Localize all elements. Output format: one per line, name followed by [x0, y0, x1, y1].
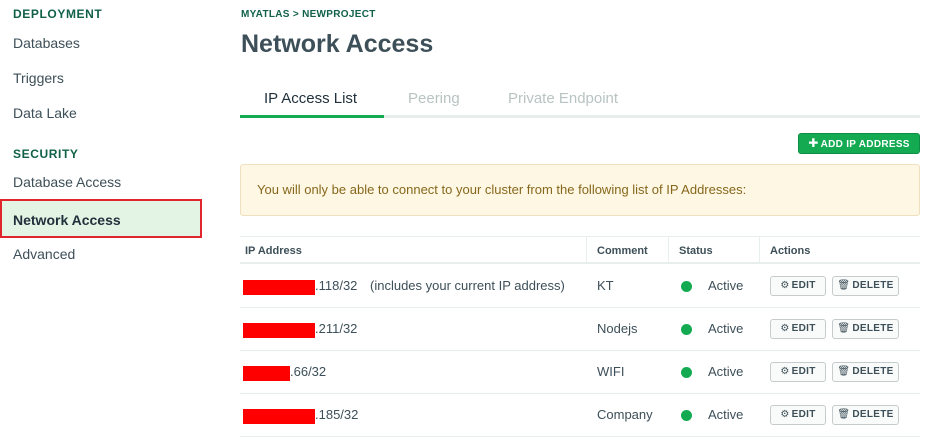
gear-icon: ⚙: [780, 366, 790, 377]
delete-button[interactable]: 🗑 DELETE: [832, 362, 899, 382]
status-value: Active: [708, 407, 744, 422]
ip-address-value: .66/32: [290, 364, 327, 379]
ip-note: (includes your current IP address): [370, 278, 565, 293]
column-divider: [759, 237, 760, 263]
status-dot-icon: [681, 367, 692, 378]
sidebar-section-security: SECURITY: [13, 147, 79, 161]
edit-button[interactable]: ⚙ EDIT: [770, 319, 826, 339]
edit-label: EDIT: [791, 323, 816, 334]
edit-button[interactable]: ⚙ EDIT: [770, 276, 826, 296]
edit-label: EDIT: [791, 366, 816, 377]
active-tab-indicator: [240, 115, 384, 118]
sidebar-section-deployment: DEPLOYMENT: [13, 7, 103, 21]
tab-bar: IP Access List Peering Private Endpoint: [240, 80, 920, 118]
info-banner: You will only be able to connect to your…: [240, 164, 920, 216]
add-ip-address-button[interactable]: ✚ ADD IP ADDRESS: [798, 133, 920, 154]
breadcrumb[interactable]: MYATLAS > NEWPROJECT: [241, 9, 376, 20]
ip-address-value: .118/32: [315, 278, 358, 293]
delete-button[interactable]: 🗑 DELETE: [832, 276, 899, 296]
edit-label: EDIT: [791, 280, 816, 291]
tab-ip-access-list[interactable]: IP Access List: [264, 90, 357, 107]
table-row: .118/32 (includes your current IP addres…: [240, 265, 920, 308]
page-title: Network Access: [241, 30, 434, 58]
delete-label: DELETE: [852, 366, 894, 377]
column-divider: [668, 237, 669, 263]
tab-private-endpoint[interactable]: Private Endpoint: [508, 90, 618, 107]
redaction-mark: [243, 409, 315, 424]
gear-icon: ⚙: [780, 280, 790, 291]
delete-label: DELETE: [852, 409, 894, 420]
edit-label: EDIT: [791, 409, 816, 420]
edit-button[interactable]: ⚙ EDIT: [770, 362, 826, 382]
status-value: Active: [708, 364, 744, 379]
delete-label: DELETE: [852, 323, 894, 334]
header-comment: Comment: [597, 245, 648, 257]
ip-address-value: .211/32: [315, 321, 358, 336]
sidebar-item-database-access[interactable]: Database Access: [0, 164, 205, 200]
delete-button[interactable]: 🗑 DELETE: [832, 405, 899, 425]
sidebar-item-databases[interactable]: Databases: [0, 25, 205, 61]
tab-peering[interactable]: Peering: [408, 90, 460, 107]
ip-address-value: .185/32: [315, 407, 359, 422]
comment-value: Nodejs: [597, 321, 638, 336]
comment-value: KT: [597, 278, 614, 293]
gear-icon: ⚙: [780, 323, 790, 334]
sidebar: DEPLOYMENT Databases Triggers Data Lake …: [0, 0, 210, 441]
status-dot-icon: [681, 324, 692, 335]
redaction-mark: [243, 366, 290, 381]
trash-icon: 🗑: [837, 366, 851, 377]
redaction-mark: [243, 280, 315, 295]
header-status: Status: [679, 245, 713, 257]
edit-button[interactable]: ⚙ EDIT: [770, 405, 826, 425]
header-actions: Actions: [770, 245, 811, 257]
column-divider: [586, 237, 587, 263]
status-dot-icon: [681, 410, 692, 421]
sidebar-item-triggers[interactable]: Triggers: [0, 60, 205, 96]
table-row: .66/32 WIFI Active ⚙ EDIT 🗑 DELETE: [240, 351, 920, 394]
table-row: .211/32 Nodejs Active ⚙ EDIT 🗑 DELETE: [240, 308, 920, 351]
header-ip-address: IP Address: [245, 245, 302, 257]
status-value: Active: [708, 321, 744, 336]
trash-icon: 🗑: [837, 409, 851, 420]
trash-icon: 🗑: [837, 280, 851, 291]
status-value: Active: [708, 278, 744, 293]
status-dot-icon: [681, 281, 692, 292]
delete-button[interactable]: 🗑 DELETE: [832, 319, 899, 339]
sidebar-item-data-lake[interactable]: Data Lake: [0, 95, 205, 131]
redaction-mark: [243, 323, 315, 338]
gear-icon: ⚙: [780, 409, 790, 420]
plus-icon: ✚: [808, 136, 819, 150]
sidebar-item-advanced[interactable]: Advanced: [0, 236, 205, 272]
delete-label: DELETE: [852, 280, 894, 291]
table-header: IP Address Comment Status Actions: [240, 236, 920, 264]
table-row: .185/32 Company Active ⚙ EDIT 🗑 DELETE: [240, 394, 920, 437]
trash-icon: 🗑: [837, 323, 851, 334]
add-ip-address-label: ADD IP ADDRESS: [820, 139, 910, 150]
sidebar-item-network-access[interactable]: Network Access: [0, 199, 202, 238]
comment-value: Company: [597, 407, 653, 422]
comment-value: WIFI: [597, 364, 625, 379]
